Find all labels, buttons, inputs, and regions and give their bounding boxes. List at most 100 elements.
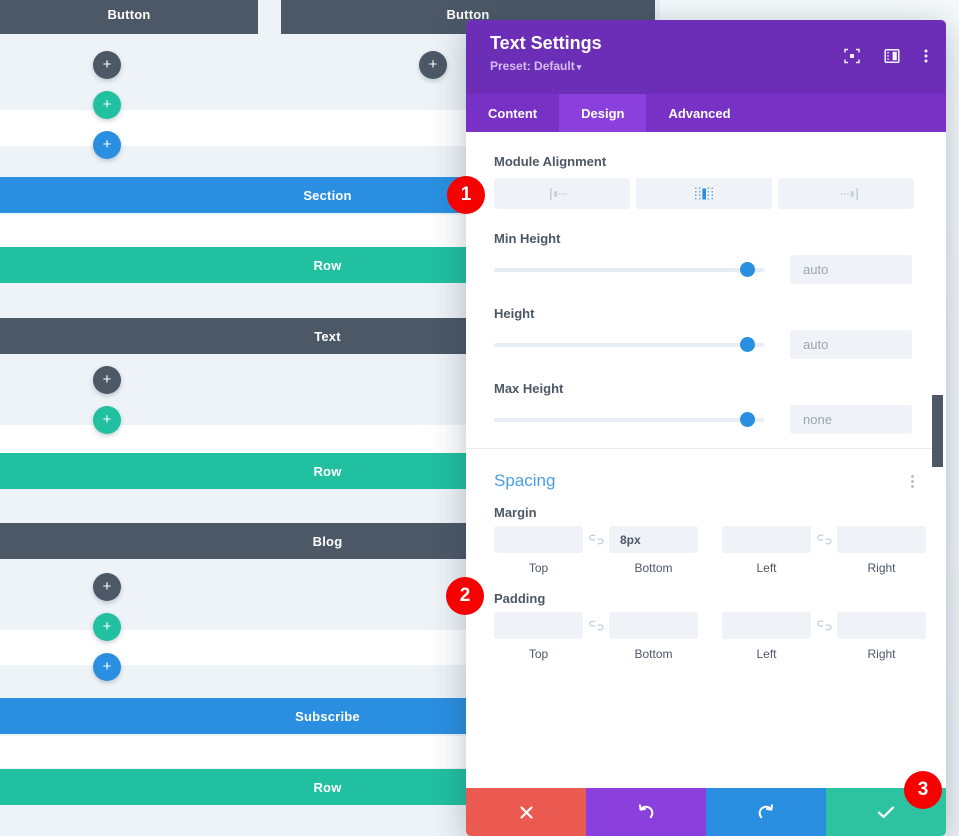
add-section-button[interactable]: +: [93, 131, 121, 159]
undo-icon: [639, 804, 654, 819]
height-label: Height: [494, 306, 535, 321]
tab-content[interactable]: Content: [466, 94, 559, 132]
modal-header: Text Settings Preset: Default ▾: [466, 20, 946, 94]
modal-header-icons: [844, 48, 928, 64]
height-slider[interactable]: [494, 336, 764, 354]
row-label: Row: [313, 463, 342, 479]
modal-scrollbar-track[interactable]: [933, 168, 944, 836]
link-broken-icon[interactable]: [811, 526, 837, 553]
add-module-button[interactable]: +: [93, 573, 121, 601]
padding-left-input[interactable]: [722, 612, 811, 639]
align-center-icon: [695, 187, 713, 199]
padding-bottom-caption: Bottom: [634, 647, 673, 661]
min-height-slider[interactable]: [494, 261, 764, 279]
focus-icon[interactable]: [844, 48, 860, 64]
align-left-icon: [550, 187, 567, 200]
height-input[interactable]: auto: [790, 330, 912, 359]
max-height-label: Max Height: [494, 381, 564, 396]
plus-icon: +: [428, 55, 438, 73]
close-icon: [519, 805, 533, 819]
plus-icon: +: [102, 95, 112, 113]
min-height-label: Min Height: [494, 231, 561, 246]
spacing-section-title: Spacing: [494, 471, 556, 490]
chevron-down-icon: ▾: [576, 62, 582, 72]
annotation-badge-1: 1: [447, 176, 485, 214]
tab-advanced[interactable]: Advanced: [646, 94, 752, 132]
plus-icon: +: [102, 55, 112, 73]
modal-tabs: Content Design Advanced: [466, 94, 946, 132]
max-height-slider[interactable]: [494, 411, 764, 429]
margin-bottom-caption: Bottom: [634, 561, 673, 575]
height-value: auto: [803, 337, 829, 352]
padding-right-caption: Right: [867, 647, 896, 661]
row-label: Row: [313, 779, 342, 795]
slider-knob[interactable]: [740, 337, 755, 352]
cancel-button[interactable]: [466, 788, 586, 836]
padding-top-input[interactable]: [494, 612, 583, 639]
link-broken-icon[interactable]: [583, 526, 609, 553]
link-broken-icon[interactable]: [583, 612, 609, 639]
spacing-more-options-icon[interactable]: [911, 474, 914, 488]
add-module-button[interactable]: +: [93, 51, 121, 79]
add-row-button[interactable]: +: [93, 91, 121, 119]
settings-scroll-area: Module Alignment Min Height auto Height …: [466, 132, 946, 788]
margin-top-input[interactable]: [494, 526, 583, 553]
margin-left-input[interactable]: [722, 526, 811, 553]
annotation-badge-2: 2: [446, 577, 484, 615]
padding-top-caption: Top: [528, 647, 549, 661]
plus-icon: +: [102, 410, 112, 428]
align-right-button[interactable]: [778, 178, 914, 209]
slider-knob[interactable]: [740, 262, 755, 277]
max-height-input[interactable]: none: [790, 405, 912, 434]
max-height-value: none: [803, 412, 832, 427]
padding-group: Padding Top Bottom Left Right: [494, 591, 926, 661]
modal-footer: [466, 788, 946, 836]
plus-icon: +: [102, 370, 112, 388]
module-alignment-group: Module Alignment: [494, 154, 914, 209]
padding-left-caption: Left: [756, 647, 777, 661]
plus-icon: +: [102, 617, 112, 635]
add-row-button[interactable]: +: [93, 613, 121, 641]
redo-button[interactable]: [706, 788, 826, 836]
slider-track: [494, 342, 764, 347]
padding-right-input[interactable]: [837, 612, 926, 639]
height-group: Height auto: [494, 306, 914, 359]
preset-label: Preset: Default: [490, 59, 575, 73]
min-height-input[interactable]: auto: [790, 255, 912, 284]
module-label: Text: [314, 328, 341, 344]
section-divider: [466, 448, 942, 449]
link-broken-icon[interactable]: [811, 612, 837, 639]
section-label: Subscribe: [295, 708, 360, 724]
slider-knob[interactable]: [740, 412, 755, 427]
tab-design[interactable]: Design: [559, 94, 647, 132]
check-icon: [877, 806, 895, 818]
module-label: Blog: [312, 533, 343, 549]
min-height-value: auto: [803, 262, 829, 277]
row-label: Row: [313, 257, 342, 273]
module-alignment-options: [494, 178, 914, 209]
section-label: Section: [303, 187, 352, 203]
redo-icon: [758, 804, 773, 819]
slider-track: [494, 267, 764, 272]
add-section-button[interactable]: +: [93, 653, 121, 681]
undo-button[interactable]: [586, 788, 706, 836]
margin-bottom-input[interactable]: 8px: [609, 526, 698, 553]
margin-label: Margin: [494, 505, 537, 520]
more-options-icon[interactable]: [924, 48, 928, 64]
padding-bottom-input[interactable]: [609, 612, 698, 639]
align-center-button[interactable]: [636, 178, 772, 209]
responsive-view-icon[interactable]: [884, 48, 900, 64]
max-height-group: Max Height none: [494, 381, 914, 434]
modal-scrollbar-thumb[interactable]: [932, 395, 943, 467]
add-module-button[interactable]: +: [93, 366, 121, 394]
align-right-icon: [841, 187, 858, 200]
margin-right-input[interactable]: [837, 526, 926, 553]
module-bar-button-left[interactable]: Button: [0, 0, 258, 34]
module-label: Button: [107, 6, 151, 22]
slider-track: [494, 417, 764, 422]
add-row-button[interactable]: +: [93, 406, 121, 434]
margin-left-caption: Left: [756, 561, 777, 575]
margin-bottom-value: 8px: [620, 532, 641, 547]
align-left-button[interactable]: [494, 178, 630, 209]
add-module-button[interactable]: +: [419, 51, 447, 79]
